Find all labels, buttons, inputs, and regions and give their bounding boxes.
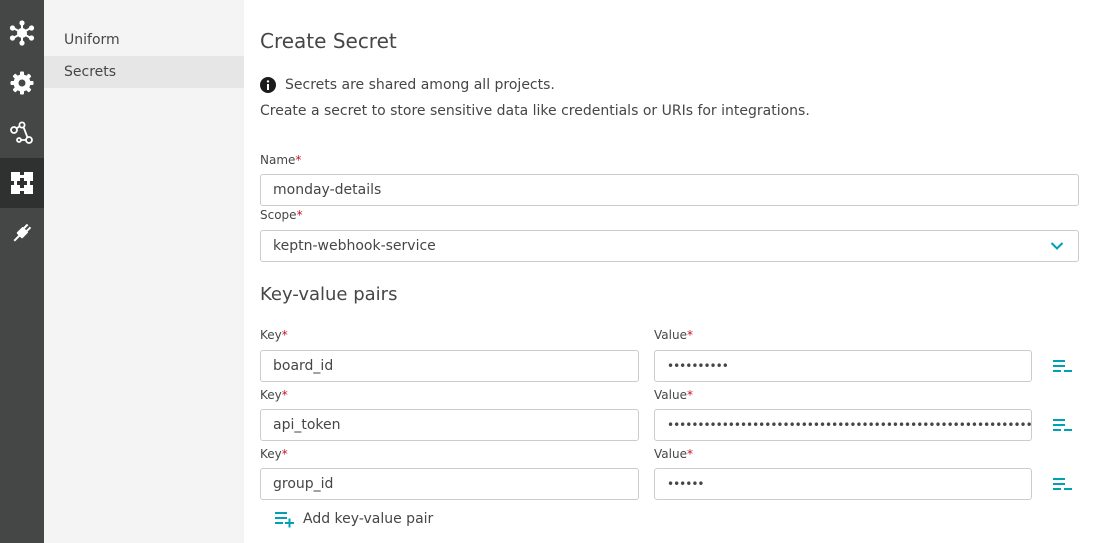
scope-select[interactable]: keptn-webhook-service — [260, 230, 1079, 262]
page-title: Create Secret — [260, 29, 397, 53]
key-input[interactable]: board_id — [260, 350, 639, 382]
value-label: Value* — [654, 447, 693, 461]
key-input[interactable]: group_id — [260, 468, 639, 500]
value-input[interactable]: •••••• — [654, 468, 1032, 500]
remove-pair-icon[interactable] — [1052, 358, 1074, 374]
required-marker: * — [281, 447, 288, 461]
plug-icon[interactable] — [0, 208, 44, 258]
add-pair-label: Add key-value pair — [303, 511, 434, 527]
sequence-icon[interactable] — [0, 108, 44, 158]
settings-subnav: Uniform Secrets — [44, 0, 244, 543]
required-marker: * — [281, 388, 288, 402]
subnav-item-secrets[interactable]: Secrets — [44, 56, 244, 88]
key-input[interactable]: api_token — [260, 409, 639, 441]
remove-pair-icon[interactable] — [1052, 417, 1074, 433]
value-input[interactable]: ••••••••••••••••••••••••••••••••••••••••… — [654, 409, 1032, 441]
required-marker: * — [686, 328, 693, 342]
required-marker: * — [296, 208, 303, 222]
key-label: Key* — [260, 328, 288, 342]
integrations-icon[interactable] — [0, 158, 44, 208]
remove-pair-icon[interactable] — [1052, 476, 1074, 492]
kv-section-title: Key-value pairs — [260, 284, 398, 305]
required-marker: * — [295, 153, 302, 167]
required-marker: * — [281, 328, 288, 342]
info-line: Secrets are shared among all projects. — [260, 76, 555, 94]
description: Create a secret to store sensitive data … — [260, 103, 810, 119]
value-input[interactable]: •••••••••• — [654, 350, 1032, 382]
subnav-item-uniform[interactable]: Uniform — [44, 24, 244, 56]
chevron-down-icon — [1050, 242, 1064, 250]
required-marker: * — [686, 388, 693, 402]
scope-value: keptn-webhook-service — [273, 238, 436, 254]
name-input[interactable]: monday-details — [260, 174, 1079, 206]
add-pair-icon — [275, 512, 294, 528]
required-marker: * — [686, 447, 693, 461]
value-label: Value* — [654, 328, 693, 342]
add-pair-button[interactable]: Add key-value pair — [274, 510, 433, 528]
info-icon — [260, 77, 276, 93]
main-content: Create Secret Secrets are shared among a… — [244, 0, 1098, 543]
key-label: Key* — [260, 388, 288, 402]
value-label: Value* — [654, 388, 693, 402]
key-label: Key* — [260, 447, 288, 461]
keptn-logo-icon[interactable] — [0, 8, 44, 58]
gear-icon[interactable] — [0, 58, 44, 108]
scope-label: Scope* — [260, 208, 303, 222]
icon-rail — [0, 0, 44, 543]
name-label: Name* — [260, 153, 302, 167]
info-text: Secrets are shared among all projects. — [285, 77, 555, 93]
